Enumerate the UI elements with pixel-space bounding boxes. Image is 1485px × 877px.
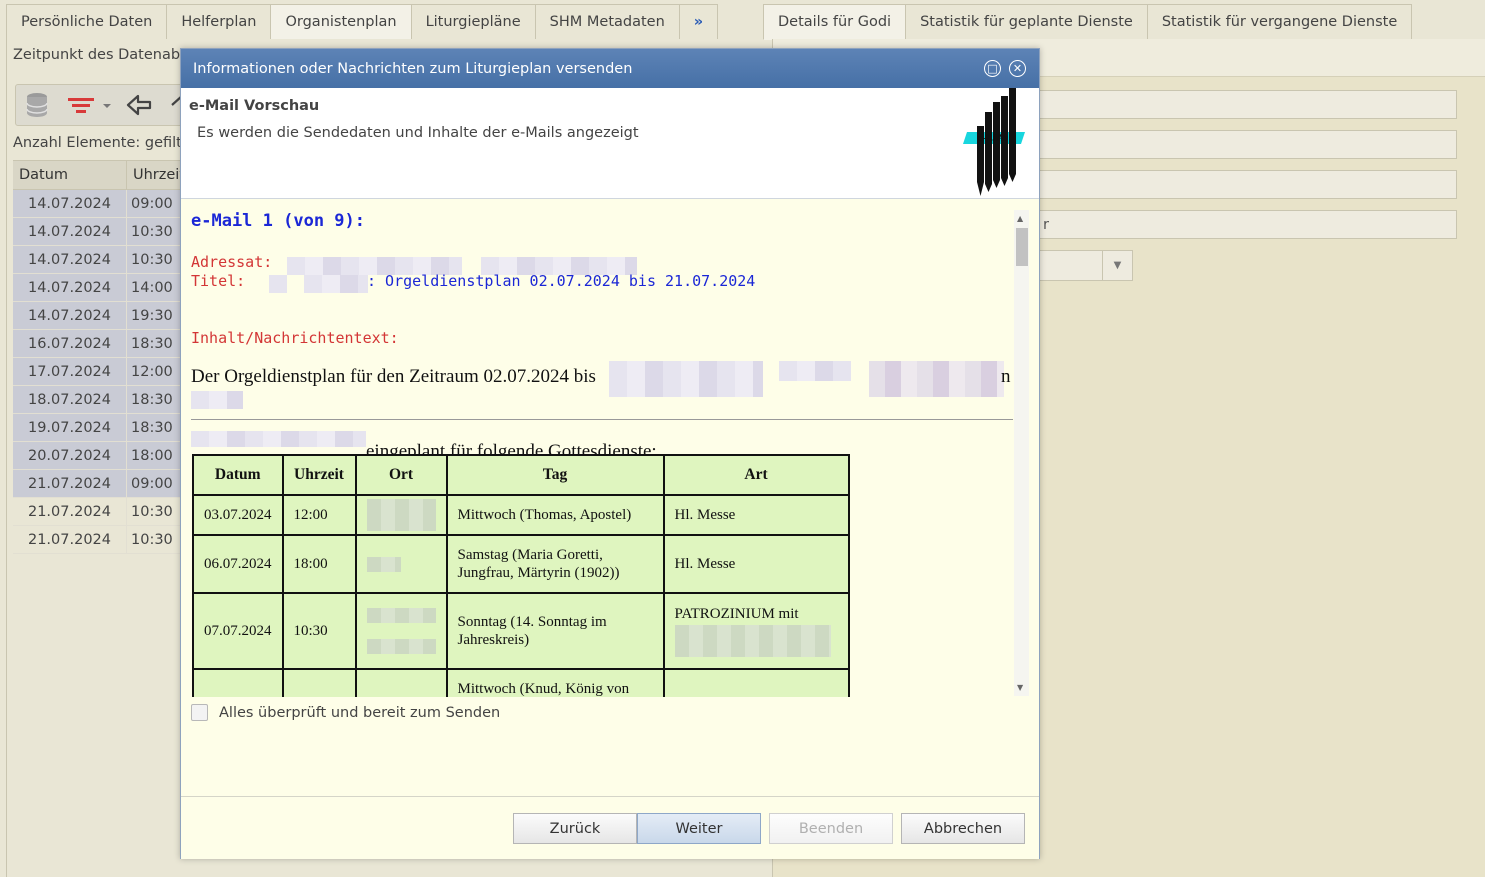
tab-persoenliche-daten[interactable]: Persönliche Daten — [6, 4, 168, 40]
chevron-down-icon[interactable]: ▼ — [1102, 251, 1132, 280]
redacted-text — [191, 391, 243, 409]
adressat-label: Adressat: — [191, 253, 273, 271]
table-row[interactable]: 21.07.2024 10:30 — [13, 526, 193, 554]
cancel-button[interactable]: Abbrechen — [901, 813, 1025, 844]
table-row[interactable]: 17.07.2024 12:00 — [13, 358, 193, 386]
services-table: Datum Uhrzeit Ort Tag Art 03.07.2024 12:… — [192, 454, 850, 697]
preview-scrollbar[interactable]: ▲ ▼ — [1014, 210, 1029, 696]
table-header: Datum Uhrzeit — [13, 160, 193, 190]
detail-field-2[interactable] — [1038, 130, 1457, 159]
redacted-text — [869, 361, 1004, 397]
detail-field-3[interactable] — [1038, 170, 1457, 199]
th-tag: Tag — [445, 454, 665, 496]
table-row[interactable]: 21.07.2024 10:30 — [13, 498, 193, 526]
back-arrow-icon[interactable] — [124, 91, 154, 119]
th-art: Art — [662, 454, 850, 496]
redacted-cell — [354, 592, 448, 670]
tab-details-godi[interactable]: Details für Godi — [763, 4, 907, 40]
redacted-cell — [354, 494, 448, 536]
ready-checkbox[interactable] — [191, 704, 208, 721]
th-uhrzeit: Uhrzeit — [281, 454, 357, 496]
redacted-text — [269, 275, 287, 293]
table-row: Mittwoch (Knud, König von — [192, 668, 850, 697]
ready-checkbox-label[interactable]: Alles überprüft und bereit zum Senden — [219, 705, 500, 721]
next-button[interactable]: Weiter — [637, 813, 761, 844]
table-row[interactable]: 19.07.2024 18:30 — [13, 414, 193, 442]
tab-bar-filler — [718, 4, 760, 40]
redacted-text — [609, 361, 763, 397]
redacted-text — [304, 275, 368, 293]
logo-text: e-LiAs — [978, 132, 1009, 144]
table-row[interactable]: 20.07.2024 18:00 — [13, 442, 193, 470]
art-text: PATROZINIUM mit — [674, 606, 799, 622]
redacted-text — [191, 431, 366, 447]
redacted-text — [779, 361, 851, 381]
table-row[interactable]: 14.07.2024 09:00 — [13, 190, 193, 218]
table-row[interactable]: 14.07.2024 10:30 — [13, 246, 193, 274]
tab-helferplan[interactable]: Helferplan — [167, 4, 272, 40]
right-tab-bar: Details für Godi Statistik für geplante … — [763, 4, 1485, 40]
detail-field-1[interactable] — [1038, 90, 1457, 119]
ready-checkbox-row[interactable]: Alles überprüft und bereit zum Senden — [191, 704, 500, 721]
close-icon[interactable]: ✕ — [1009, 60, 1026, 77]
tab-statistik-vergangen[interactable]: Statistik für vergangene Dienste — [1147, 4, 1413, 40]
th-datum: Datum — [192, 454, 284, 496]
table-row[interactable]: 16.07.2024 18:30 — [13, 330, 193, 358]
back-button[interactable]: Zurück — [513, 813, 637, 844]
tab-more-button[interactable]: » — [679, 4, 719, 40]
tab-organistenplan[interactable]: Organistenplan — [271, 4, 412, 40]
titel-value: : Orgeldienstplan 02.07.2024 bis 21.07.2… — [367, 272, 756, 290]
dialog-title: Informationen oder Nachrichten zum Litur… — [193, 60, 633, 77]
table-row: 06.07.2024 18:00 Samstag (Maria Goretti,… — [192, 534, 850, 594]
dienste-table: Datum Uhrzeit 14.07.2024 09:00 14.07.2024… — [13, 160, 193, 554]
titel-label: Titel: — [191, 272, 246, 290]
email-preview[interactable]: e-Mail 1 (von 9): Adressat: Titel: : Org… — [191, 209, 1013, 697]
redacted-cell — [354, 534, 448, 594]
email-dialog: Informationen oder Nachrichten zum Litur… — [180, 48, 1040, 859]
zeitpunkt-label: Zeitpunkt des Datenabz — [13, 47, 188, 63]
header-title: e-Mail Vorschau — [189, 98, 320, 114]
filter-icon[interactable] — [66, 91, 112, 119]
tab-liturgieplaene[interactable]: Liturgiepläne — [411, 4, 536, 40]
tab-bar-filler — [1412, 4, 1485, 40]
tab-shm-metadaten[interactable]: SHM Metadaten — [535, 4, 680, 40]
scrollbar-thumb[interactable] — [1016, 228, 1028, 266]
email-body-line: Der Orgeldienstplan für den Zeitraum 02.… — [191, 366, 596, 387]
divider — [191, 419, 1013, 420]
th-ort: Ort — [354, 454, 448, 496]
scroll-down-icon[interactable]: ▼ — [1017, 683, 1023, 692]
table-row[interactable]: 14.07.2024 19:30 — [13, 302, 193, 330]
elias-logo: e-LiAs — [963, 88, 1025, 196]
table-header-row: Datum Uhrzeit Ort Tag Art — [192, 454, 850, 496]
detail-combo[interactable]: ▼ — [1038, 250, 1133, 281]
column-header-datum[interactable]: Datum — [13, 161, 126, 189]
database-icon[interactable] — [24, 91, 50, 119]
email-body-line-end: n — [1001, 366, 1011, 387]
table-row[interactable]: 18.07.2024 18:30 — [13, 386, 193, 414]
dialog-header: e-Mail Vorschau Es werden die Sendedaten… — [181, 88, 1039, 199]
dialog-footer: Zurück Weiter Beenden Abbrechen — [181, 796, 1039, 859]
left-tab-bar: Persönliche Daten Helferplan Organistenp… — [6, 4, 760, 40]
finish-button: Beenden — [769, 813, 893, 844]
detail-field-4[interactable]: r — [1038, 210, 1457, 239]
header-subtitle: Es werden die Sendedaten und Inhalte der… — [197, 125, 639, 141]
dialog-titlebar[interactable]: Informationen oder Nachrichten zum Litur… — [181, 49, 1039, 88]
table-row[interactable]: 21.07.2024 09:00 — [13, 470, 193, 498]
anzahl-elemente-label: Anzahl Elemente: gefilte — [13, 135, 191, 151]
tab-statistik-geplant[interactable]: Statistik für geplante Dienste — [906, 4, 1148, 40]
scroll-up-icon[interactable]: ▲ — [1017, 214, 1023, 223]
table-row[interactable]: 14.07.2024 14:00 — [13, 274, 193, 302]
maximize-icon[interactable]: □ — [984, 60, 1001, 77]
email-heading: e-Mail 1 (von 9): — [191, 211, 365, 231]
table-row: 03.07.2024 12:00 Mittwoch (Thomas, Apost… — [192, 494, 850, 536]
inhalt-label: Inhalt/Nachrichtentext: — [191, 329, 399, 347]
table-row[interactable]: 14.07.2024 10:30 — [13, 218, 193, 246]
table-row: 07.07.2024 10:30 Sonntag (14. Sonntag im… — [192, 592, 850, 670]
